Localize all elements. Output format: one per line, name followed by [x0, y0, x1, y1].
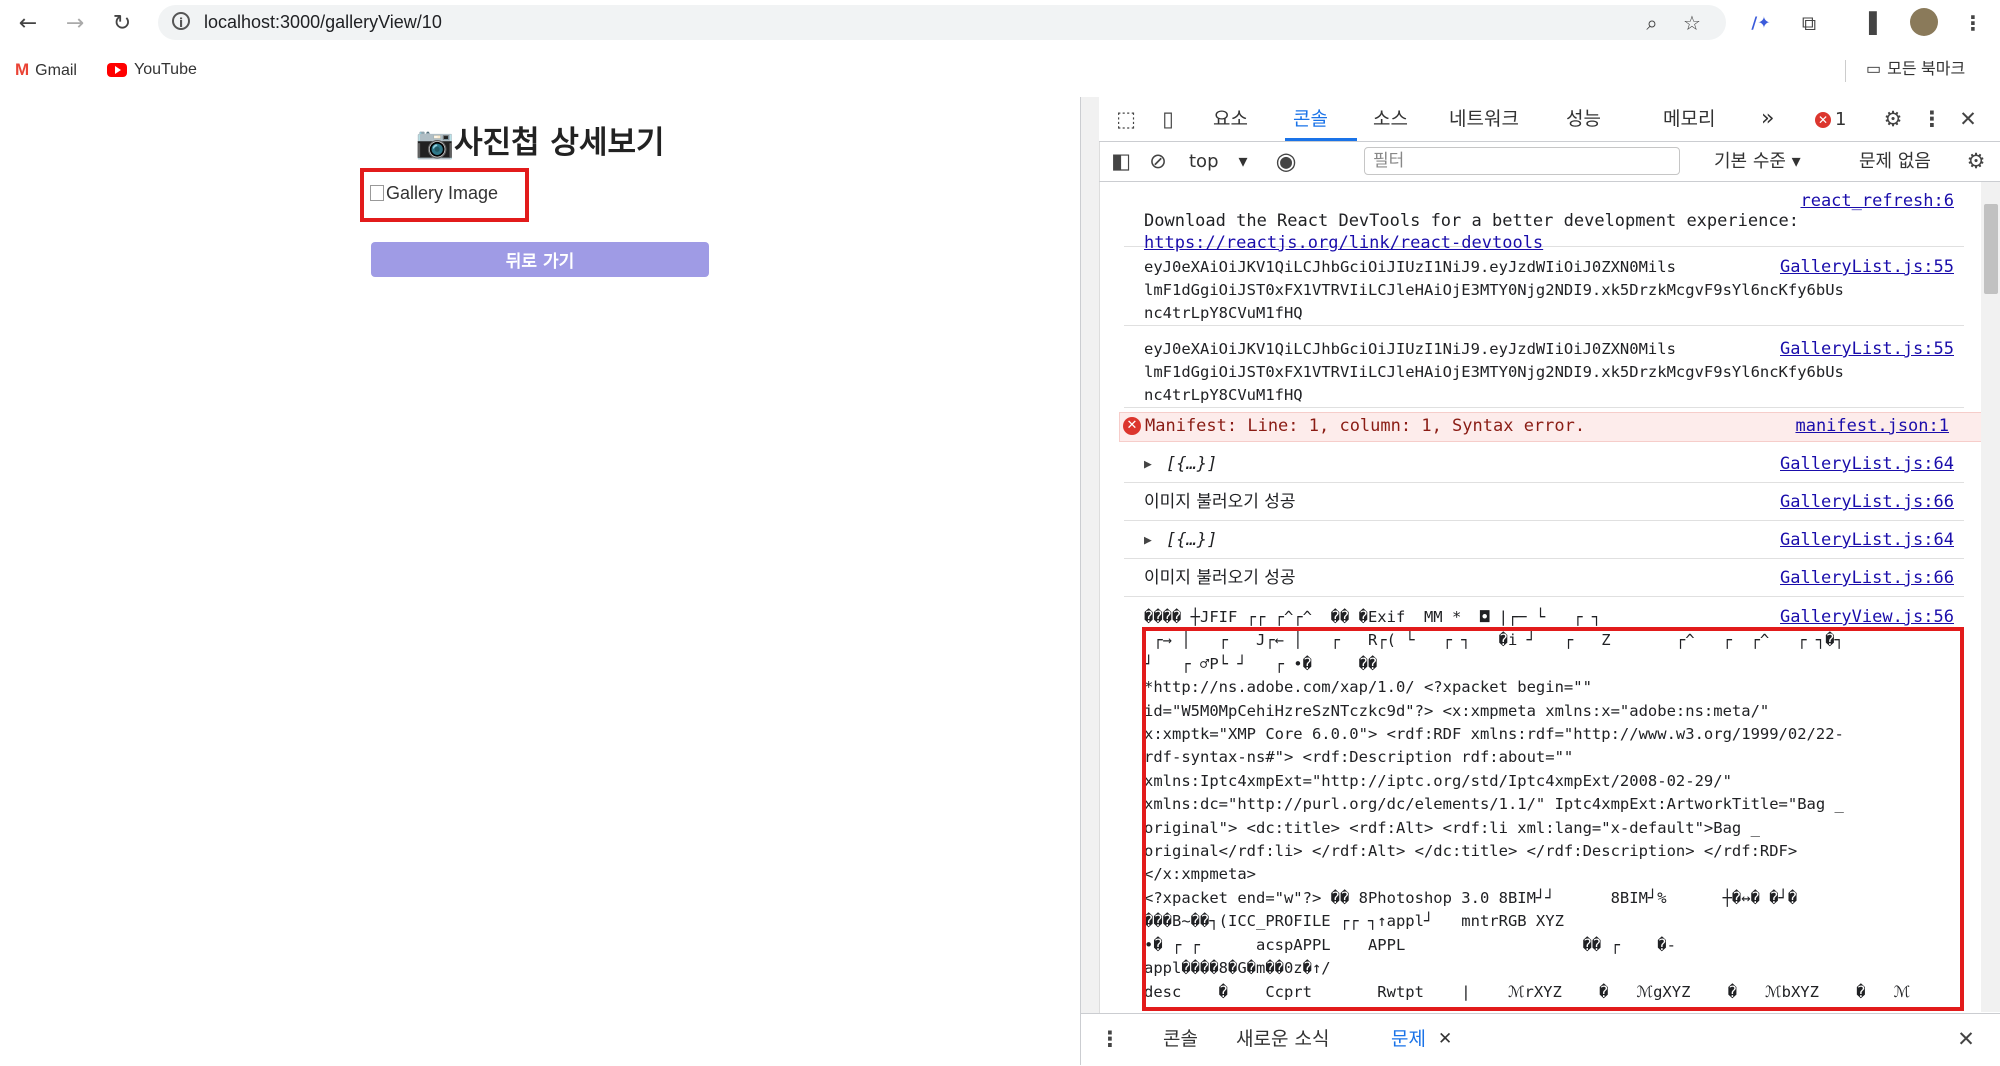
console-message[interactable]: ▶ [{…}] GalleryList.js:64 [1124, 523, 1964, 559]
message-text: nc4trLpY8CVuM1fHQ [1144, 386, 1303, 404]
gmail-icon: M [15, 60, 30, 79]
inspect-element-icon[interactable]: ⬚ [1111, 104, 1141, 134]
close-issues-tab-icon[interactable]: ✕ [1438, 1014, 1452, 1064]
console-settings-icon[interactable]: ⚙ [1961, 146, 1991, 176]
tab-sources[interactable]: 소스 [1373, 97, 1408, 141]
console-error: ✕ Manifest: Line: 1, column: 1, Syntax e… [1119, 412, 1981, 442]
url-text[interactable]: localhost:3000/galleryView/10 [204, 5, 442, 40]
page-title: 📷사진첩 상세보기 [415, 125, 665, 161]
drawer-tab-issues[interactable]: 문제 [1391, 1014, 1426, 1064]
console-message: 이미지 불러오기 성공 GalleryList.js:66 [1124, 561, 1964, 597]
bookmarks-divider [1845, 60, 1846, 82]
drawer-menu-icon[interactable]: ⋮ [1095, 1024, 1125, 1054]
source-link[interactable]: react_refresh:6 [1800, 190, 1954, 214]
active-tab-underline [1285, 138, 1357, 141]
expand-triangle-icon[interactable]: ▶ [1144, 453, 1152, 477]
puzzle-icon[interactable]: ⧉ [1794, 8, 1824, 38]
page-content: 📷사진첩 상세보기 Gallery Image 뒤로 가기 [0, 97, 1080, 1065]
tab-performance[interactable]: 성능 [1566, 97, 1601, 141]
tab-elements[interactable]: 요소 [1213, 97, 1248, 141]
address-bar[interactable]: i localhost:3000/galleryView/10 ⌕ ☆ [158, 5, 1726, 40]
bookmark-gmail[interactable]: M Gmail [15, 47, 77, 93]
console-message: eyJ0eXAiOiJKV1QiLCJhbGciOiJIUzI1NiJ9.eyJ… [1124, 252, 1964, 326]
binary-output-highlight [1142, 627, 1964, 1011]
error-icon: ✕ [1123, 417, 1141, 435]
drawer-tab-console[interactable]: 콘솔 [1163, 1014, 1198, 1064]
message-text: Download the React DevTools for a better… [1144, 211, 1800, 231]
message-text: 이미지 불러오기 성공 [1144, 492, 1296, 512]
menu-icon[interactable]: ⋮ [1958, 8, 1988, 38]
devtools-drawer: ⋮ 콘솔 새로운 소식 문제 ✕ ✕ [1081, 1013, 2000, 1066]
source-link[interactable]: GalleryList.js:66 [1780, 567, 1954, 591]
console-filter-bar: ◧ ⊘ top ▾ ◉ 필터 기본 수준 ▾ 문제 없음 ⚙ [1099, 142, 2000, 182]
message-text: 이미지 불러오기 성공 [1144, 568, 1296, 588]
close-drawer-icon[interactable]: ✕ [1951, 1024, 1981, 1054]
gallery-image: Gallery Image [370, 183, 498, 204]
message-text: eyJ0eXAiOiJKV1QiLCJhbGciOiJIUzI1NiJ9.eyJ… [1144, 258, 1676, 276]
message-text: lmF1dGgiOiJST0xFX1VTRVIiLCJleHAiOjE3MTY0… [1144, 363, 1844, 381]
forward-arrow-icon[interactable]: → [60, 8, 90, 38]
console-scrollbar[interactable] [1981, 182, 2000, 1012]
bookmarks-bar: M Gmail YouTube ▭ 모든 북마크 [0, 47, 2000, 97]
bookmark-youtube[interactable]: YouTube [107, 47, 197, 93]
message-text: eyJ0eXAiOiJKV1QiLCJhbGciOiJIUzI1NiJ9.eyJ… [1144, 340, 1676, 358]
source-link[interactable]: GalleryList.js:66 [1780, 491, 1954, 515]
object-preview[interactable]: [{…}] [1166, 453, 1217, 477]
console-message: react_refresh:6 Download the React DevTo… [1124, 187, 1964, 253]
tab-network[interactable]: 네트워크 [1449, 97, 1519, 141]
expand-triangle-icon[interactable]: ▶ [1144, 529, 1152, 553]
devtools-menu-icon[interactable]: ⋮ [1917, 104, 1947, 134]
binary-line: ���� ┼JFIF ┌┌ ┌^┌^ �� �Exif MM * ◘ |┌─ └… [1144, 608, 1602, 626]
reload-icon[interactable]: ↻ [107, 8, 137, 38]
zoom-icon[interactable]: ⌕ [1638, 9, 1666, 37]
more-tabs-icon[interactable]: » [1761, 97, 1774, 141]
console-message[interactable]: ▶ [{…}] GalleryList.js:64 [1124, 447, 1964, 483]
error-text: Manifest: Line: 1, column: 1, Syntax err… [1145, 416, 1586, 436]
log-level-dropdown[interactable]: 기본 수준 ▾ [1714, 142, 1801, 181]
console-message: 이미지 불러오기 성공 GalleryList.js:66 [1124, 485, 1964, 521]
back-arrow-icon[interactable]: ← [13, 8, 43, 38]
site-info-icon[interactable]: i [172, 12, 190, 30]
context-selector[interactable]: top ▾ [1189, 142, 1248, 181]
source-link[interactable]: manifest.json:1 [1795, 415, 1949, 439]
extension-icon[interactable]: /✦ [1746, 8, 1776, 38]
settings-gear-icon[interactable]: ⚙ [1878, 104, 1908, 134]
message-text: lmF1dGgiOiJST0xFX1VTRVIiLCJleHAiOjE3MTY0… [1144, 281, 1844, 299]
broken-image-icon [370, 185, 384, 201]
scrollbar-thumb[interactable] [1984, 204, 1998, 294]
devtools-resize-gutter[interactable] [1081, 97, 1100, 1065]
sidebar-toggle-icon[interactable]: ◧ [1106, 146, 1136, 176]
error-icon: ✕ [1815, 112, 1831, 128]
gallery-image-highlight: Gallery Image [360, 168, 529, 222]
devtools-tab-bar: ⬚ ▯ 요소 콘솔 소스 네트워크 성능 메모리 » ✕ 1 ⚙ ⋮ ✕ [1099, 97, 2000, 142]
filter-input[interactable]: 필터 [1364, 147, 1680, 175]
object-preview[interactable]: [{…}] [1166, 529, 1217, 553]
source-link[interactable]: GalleryList.js:55 [1780, 256, 1954, 280]
error-count-badge[interactable]: ✕ 1 [1815, 109, 1846, 130]
message-text: nc4trLpY8CVuM1fHQ [1144, 304, 1303, 322]
folder-icon: ▭ [1866, 61, 1882, 78]
tab-console[interactable]: 콘솔 [1293, 97, 1328, 141]
source-link[interactable]: GalleryList.js:64 [1780, 529, 1954, 553]
console-message: eyJ0eXAiOiJKV1QiLCJhbGciOiJIUzI1NiJ9.eyJ… [1124, 334, 1964, 408]
avatar[interactable] [1910, 8, 1938, 36]
back-button[interactable]: 뒤로 가기 [371, 242, 709, 277]
tab-memory[interactable]: 메모리 [1663, 97, 1715, 141]
dropdown-arrow-icon: ▾ [1238, 151, 1248, 172]
all-bookmarks[interactable]: ▭ 모든 북마크 [1866, 47, 1965, 93]
youtube-icon [107, 62, 127, 77]
side-panel-icon[interactable]: ▌ [1862, 8, 1892, 38]
source-link[interactable]: GalleryList.js:64 [1780, 453, 1954, 477]
issues-count[interactable]: 문제 없음 [1859, 142, 1931, 181]
clear-console-icon[interactable]: ⊘ [1143, 146, 1173, 176]
source-link[interactable]: GalleryList.js:55 [1780, 338, 1954, 362]
browser-toolbar: ← → ↻ i localhost:3000/galleryView/10 ⌕ … [0, 0, 2000, 45]
drawer-tab-whats-new[interactable]: 새로운 소식 [1236, 1014, 1329, 1064]
star-icon[interactable]: ☆ [1678, 9, 1706, 37]
device-toolbar-icon[interactable]: ▯ [1153, 104, 1183, 134]
close-devtools-icon[interactable]: ✕ [1953, 104, 1983, 134]
eye-icon[interactable]: ◉ [1271, 146, 1301, 176]
